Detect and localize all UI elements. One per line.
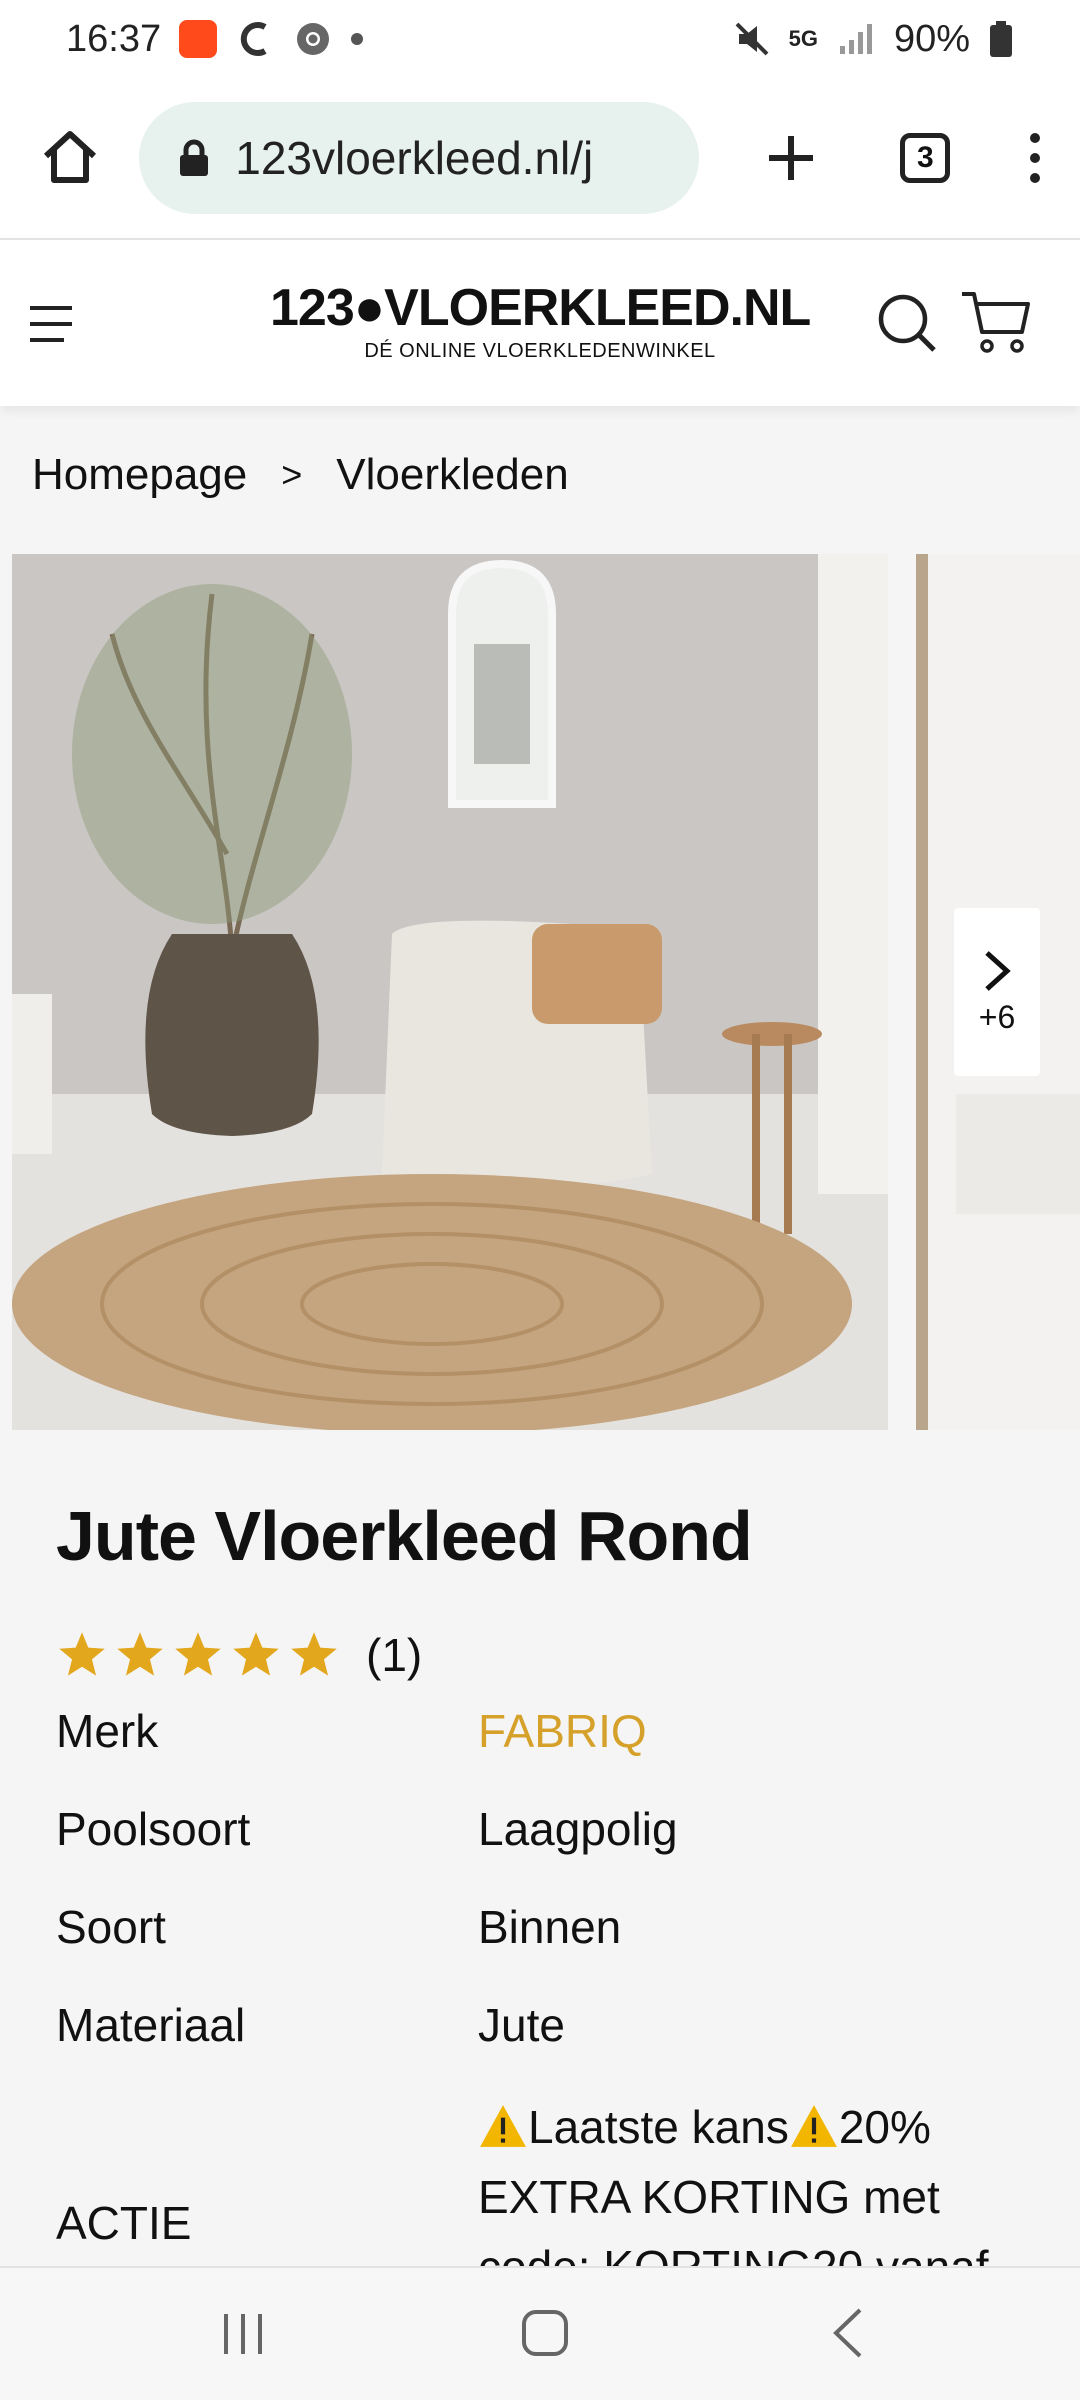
- network-type: 5G: [788, 26, 818, 51]
- product-image[interactable]: [12, 554, 888, 1430]
- chrome-icon: [297, 23, 330, 55]
- tab-switcher-button[interactable]: 3: [900, 133, 951, 183]
- spec-value: Binnen: [478, 1901, 622, 1953]
- logo-main-text: 123●VLOERKLEED.NL: [270, 279, 811, 337]
- system-navigation-bar: [0, 2266, 1080, 2400]
- product-gallery[interactable]: +6: [12, 554, 1080, 1430]
- breadcrumb-vloerkleden[interactable]: Vloerkleden: [336, 450, 568, 500]
- cart-icon[interactable]: [960, 288, 1032, 358]
- back-icon[interactable]: [828, 2306, 868, 2360]
- spec-row-poolsoort: Poolsoort Laagpolig: [56, 1788, 1036, 1886]
- spec-row-materiaal: Materiaal Jute: [56, 1984, 1036, 2082]
- warning-icon: [790, 2105, 837, 2147]
- spec-label: Soort: [56, 1901, 166, 1953]
- new-tab-icon[interactable]: [763, 130, 818, 186]
- star-icon: [291, 1632, 337, 1676]
- star-icon: [117, 1632, 163, 1676]
- chevron-right-icon: >: [281, 454, 303, 495]
- lock-icon: [180, 139, 209, 176]
- spec-value: Jute: [478, 1999, 565, 2051]
- actie-line1-end: 20%: [838, 2101, 931, 2153]
- spec-label: Merk: [56, 1705, 159, 1757]
- product-title: Jute Vloerkleed Rond: [56, 1497, 753, 1575]
- home-icon[interactable]: [38, 126, 101, 190]
- brand-link[interactable]: FABRIQ: [478, 1704, 647, 1758]
- mute-icon: [735, 22, 768, 56]
- battery-percent: 90%: [893, 17, 970, 60]
- rating-count: (1): [366, 1629, 423, 1681]
- spec-label: Poolsoort: [56, 1803, 251, 1855]
- notification-dot-icon: [351, 33, 364, 45]
- more-images-count: +6: [978, 998, 1016, 1035]
- star-icon: [233, 1632, 279, 1676]
- site-logo[interactable]: 123●VLOERKLEED.NL DÉ ONLINE VLOERKLEDENW…: [270, 278, 811, 363]
- spec-label-actie: ACTIE: [56, 2197, 192, 2249]
- actie-line1: Laatste kans: [528, 2101, 789, 2153]
- star-icon: [175, 1632, 221, 1676]
- battery-icon: [990, 21, 1012, 57]
- search-icon[interactable]: [876, 292, 938, 354]
- product-specs: Merk FABRIQ Poolsoort Laagpolig Soort Bi…: [56, 1690, 1036, 2082]
- site-header: 123●VLOERKLEED.NL DÉ ONLINE VLOERKLEDENW…: [0, 238, 1080, 406]
- gallery-next-button[interactable]: +6: [954, 908, 1040, 1076]
- warning-icon: [480, 2105, 526, 2147]
- url-text: 123vloerkleed.nl/j: [235, 132, 594, 184]
- product-rating[interactable]: (1): [56, 1628, 422, 1682]
- status-time: 16:37: [66, 17, 162, 60]
- breadcrumb: Homepage > Vloerkleden: [32, 450, 569, 500]
- spec-value: Laagpolig: [478, 1803, 678, 1855]
- c-app-icon: [240, 22, 267, 56]
- more-options-icon[interactable]: [1020, 128, 1050, 188]
- status-bar: 16:37 5G 90%: [0, 0, 1080, 78]
- recent-apps-icon[interactable]: [218, 2310, 268, 2358]
- chevron-right-icon: [985, 950, 1011, 991]
- spec-label: Materiaal: [56, 1999, 246, 2051]
- address-bar[interactable]: 123vloerkleed.nl/j: [139, 102, 700, 214]
- star-icon: [59, 1632, 105, 1676]
- browser-toolbar: 123vloerkleed.nl/j 3: [0, 78, 1080, 238]
- home-nav-icon[interactable]: [520, 2308, 570, 2358]
- tab-count: 3: [917, 141, 934, 174]
- logo-tagline: DÉ ONLINE VLOERKLEDENWINKEL: [364, 340, 716, 362]
- aliexpress-icon: [179, 20, 218, 58]
- spec-row-merk: Merk FABRIQ: [56, 1690, 1036, 1788]
- breadcrumb-homepage[interactable]: Homepage: [32, 450, 247, 500]
- rating-stars: [56, 1629, 340, 1681]
- actie-line2: EXTRA KORTING met: [478, 2171, 940, 2223]
- spec-row-soort: Soort Binnen: [56, 1886, 1036, 1984]
- signal-icon: [839, 24, 872, 54]
- hamburger-menu-icon[interactable]: [28, 302, 78, 346]
